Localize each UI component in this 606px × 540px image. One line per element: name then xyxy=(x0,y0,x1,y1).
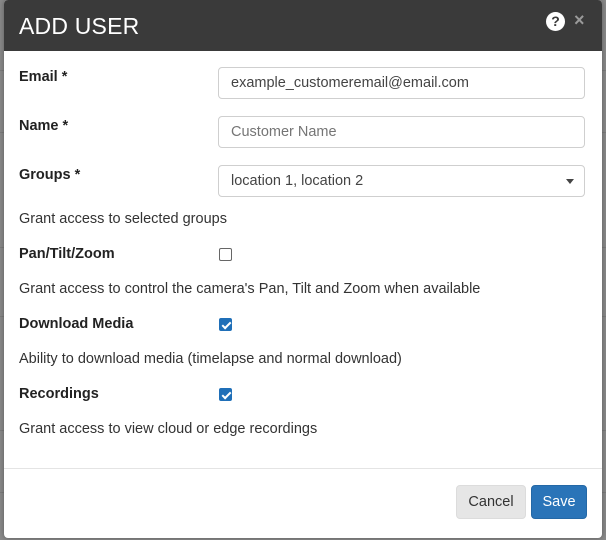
email-field[interactable] xyxy=(218,67,585,99)
name-field[interactable] xyxy=(218,116,585,148)
recordings-label: Recordings xyxy=(19,386,99,402)
download-media-label: Download Media xyxy=(19,316,134,332)
dialog-title: ADD USER xyxy=(19,13,140,39)
recordings-description: Grant access to view cloud or edge recor… xyxy=(19,421,318,437)
chevron-down-icon xyxy=(566,178,574,184)
ptz-description: Grant access to control the camera's Pan… xyxy=(19,281,481,297)
groups-select[interactable]: location 1, location 2 xyxy=(218,165,585,197)
groups-description: Grant access to selected groups xyxy=(19,211,227,227)
question-circle-icon[interactable]: ? xyxy=(546,12,565,31)
groups-selected-value: location 1, location 2 xyxy=(231,173,364,189)
add-user-dialog: ADD USER ? × Email * Name * Groups * loc… xyxy=(4,0,602,538)
ptz-label: Pan/Tilt/Zoom xyxy=(19,246,115,262)
ptz-checkbox[interactable] xyxy=(219,248,232,261)
dialog-header: ADD USER ? × xyxy=(4,0,602,51)
save-button[interactable]: Save xyxy=(531,485,587,519)
close-icon[interactable]: × xyxy=(574,10,585,30)
recordings-checkbox[interactable] xyxy=(219,388,232,401)
download-media-description: Ability to download media (timelapse and… xyxy=(19,351,402,367)
download-media-checkbox[interactable] xyxy=(219,318,232,331)
footer-divider xyxy=(4,468,602,469)
email-label: Email * xyxy=(19,69,68,85)
cancel-button[interactable]: Cancel xyxy=(456,485,526,519)
groups-label: Groups * xyxy=(19,167,81,183)
name-label: Name * xyxy=(19,118,69,134)
